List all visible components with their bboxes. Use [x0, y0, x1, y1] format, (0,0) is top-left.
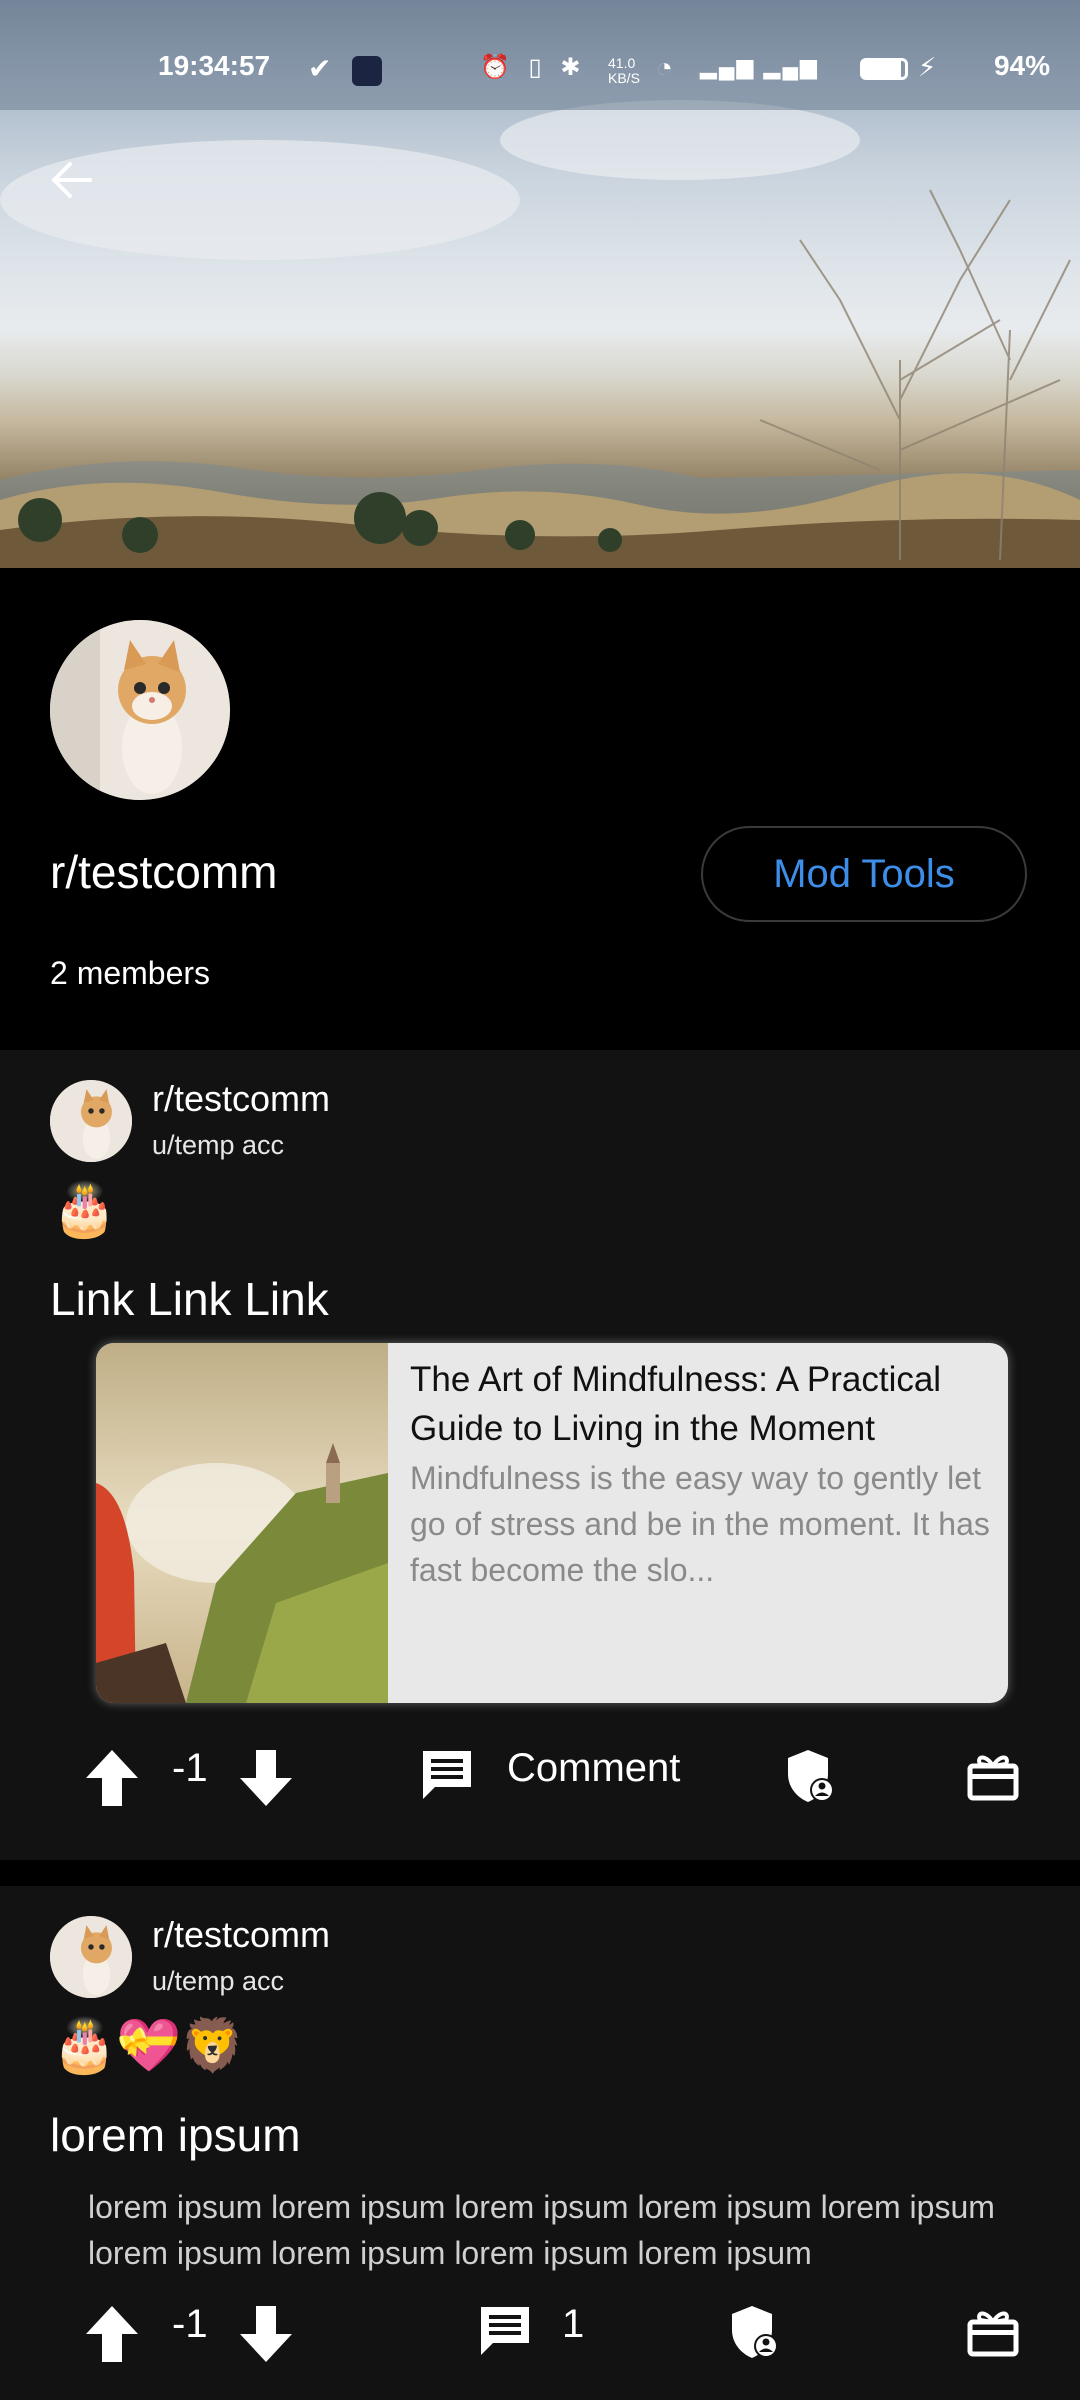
upvote-arrow-icon — [86, 2306, 138, 2362]
mod-shield-button[interactable] — [728, 2304, 780, 2360]
gift-icon — [967, 1755, 1019, 1801]
post-username[interactable]: u/temp acc — [152, 1966, 284, 1997]
cake-emoji: 🎂 — [52, 1181, 117, 1239]
comment-button[interactable] — [418, 1746, 476, 1804]
community-banner: 19:34:57 ✔ ⏰ ▯ ✱ 41.0 KB/S ◔ ▂▄▆ ▂▄▆ ⚡ 9… — [0, 0, 1080, 568]
comment-button[interactable] — [476, 2302, 534, 2360]
link-preview-card[interactable]: The Art of Mindfulness: A Practical Guid… — [96, 1343, 1008, 1703]
post-actions-bar: -1 1 — [0, 2286, 1080, 2376]
kitten-avatar-image — [50, 1080, 132, 1162]
mod-tools-button[interactable]: Mod Tools — [701, 826, 1027, 922]
status-system-icons: ⏰ ▯ ✱ — [480, 54, 587, 81]
comment-count[interactable]: 1 — [562, 2302, 584, 2347]
vote-count: -1 — [172, 2302, 208, 2346]
mod-shield-button[interactable] — [784, 1748, 836, 1804]
comment-icon — [423, 1751, 471, 1799]
upvote-button[interactable] — [82, 2304, 142, 2364]
post-actions-bar: -1 Comment — [0, 1730, 1080, 1820]
post-community-avatar[interactable] — [50, 1080, 132, 1162]
upvote-button[interactable] — [82, 1748, 142, 1808]
link-title: The Art of Mindfulness: A Practical Guid… — [410, 1360, 942, 1448]
vote-count: -1 — [172, 1746, 208, 1790]
award-button[interactable] — [966, 1748, 1020, 1802]
member-count: 2 members — [50, 955, 211, 991]
status-bar: 19:34:57 ✔ ⏰ ▯ ✱ 41.0 KB/S ◔ ▂▄▆ ▂▄▆ ⚡ 9… — [0, 0, 1080, 110]
post-community-name[interactable]: r/testcomm — [152, 1914, 330, 1956]
signal-icon: ▂▄▆ ▂▄▆ — [700, 54, 819, 79]
cake-emoji: 🎂 — [52, 2017, 117, 2075]
battery-percent: 94% — [993, 50, 1050, 81]
downvote-arrow-icon — [240, 1750, 292, 1806]
post-community-avatar[interactable] — [50, 1916, 132, 1998]
award-button[interactable] — [966, 2304, 1020, 2358]
post-card[interactable]: r/testcomm u/temp acc 🎂 Link Link Link T… — [0, 1050, 1080, 1860]
shield-user-icon — [788, 1750, 834, 1802]
link-description: Mindfulness is the easy way to gently le… — [410, 1460, 990, 1588]
community-avatar — [50, 620, 230, 800]
comment-label[interactable]: Comment — [507, 1746, 680, 1791]
downvote-button[interactable] — [236, 1748, 296, 1808]
back-arrow-icon — [52, 162, 92, 198]
shield-user-icon — [732, 2306, 778, 2358]
post-username[interactable]: u/temp acc — [152, 1130, 284, 1161]
status-time: 19:34:57 — [158, 50, 271, 81]
downvote-arrow-icon — [240, 2306, 292, 2362]
wifi-icon: ◔ — [656, 52, 673, 83]
lion-emoji: 🦁 — [180, 2017, 245, 2075]
post-title[interactable]: Link Link Link — [50, 1272, 329, 1326]
battery-icon — [860, 58, 908, 80]
post-body: lorem ipsum lorem ipsum lorem ipsum lore… — [88, 2189, 995, 2271]
kitten-avatar-image — [50, 620, 230, 800]
gift-icon — [967, 2311, 1019, 2357]
kitten-avatar-image — [50, 1916, 132, 1998]
post-community-name[interactable]: r/testcomm — [152, 1078, 330, 1120]
back-button[interactable] — [42, 150, 102, 210]
comment-icon — [481, 2307, 529, 2355]
post-title[interactable]: lorem ipsum — [50, 2108, 301, 2162]
link-thumbnail-image — [96, 1343, 388, 1703]
heart-emoji: 💝 — [116, 2017, 181, 2075]
check-icon: ✔ — [308, 53, 332, 84]
upvote-arrow-icon — [86, 1750, 138, 1806]
network-speed: 41.0 KB/S — [608, 55, 640, 86]
charging-icon: ⚡ — [918, 52, 937, 82]
app-icon — [352, 56, 382, 86]
community-name: r/testcomm — [50, 846, 278, 898]
post-card[interactable]: r/testcomm u/temp acc 🎂 💝 🦁 lorem ipsum … — [0, 1886, 1080, 2400]
downvote-button[interactable] — [236, 2304, 296, 2364]
